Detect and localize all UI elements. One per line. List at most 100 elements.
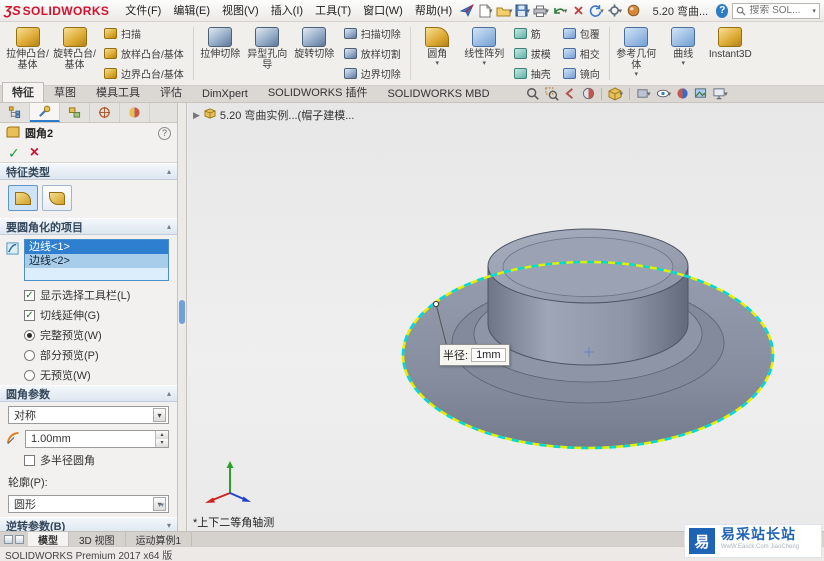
tangent-propagation-checkbox[interactable]: ✓ 切线延伸(G) [0, 305, 177, 325]
reference-geometry-button[interactable]: 参考几何体 ▾ [613, 24, 660, 83]
tab-solidworks-addins[interactable]: SOLIDWORKS 插件 [258, 82, 378, 102]
list-item-edge2[interactable]: 边线<2> [25, 254, 168, 268]
pane-scroll-right-icon[interactable] [15, 535, 24, 544]
linear-pattern-button[interactable]: 线性阵列 ▾ [461, 24, 508, 83]
partial-preview-radio[interactable]: 部分预览(P) [0, 345, 177, 365]
wrap-button[interactable]: 包覆 [561, 25, 602, 42]
zoom-fit-icon[interactable] [524, 86, 542, 102]
section-view-icon[interactable] [580, 86, 597, 102]
section-items-to-fillet[interactable]: 要圆角化的项目 ▴ [0, 218, 177, 235]
extrude-cut-button[interactable]: 拉伸切除 [197, 24, 244, 83]
previous-view-icon[interactable] [562, 86, 579, 102]
variable-size-fillet-button[interactable] [42, 185, 72, 211]
menu-edit[interactable]: 编辑(E) [167, 0, 216, 22]
search-box[interactable]: ▾ [732, 3, 820, 19]
tab-3d-views[interactable]: 3D 视图 [69, 532, 126, 546]
boundary-cut-button[interactable]: 边界切除 [342, 65, 403, 82]
pane-scroll-left-icon[interactable] [4, 535, 13, 544]
spin-up-icon[interactable]: ▴ [156, 431, 168, 439]
hide-show-icon[interactable]: ▾ [654, 86, 674, 102]
pm-help-icon[interactable]: ? [158, 127, 171, 140]
property-manager-tab[interactable] [30, 103, 60, 122]
search-input[interactable] [749, 5, 811, 16]
curves-button[interactable]: 曲线 ▾ [660, 24, 707, 83]
graphics-viewport[interactable]: ▶ 5.20 弯曲实例...(帽子建模... [188, 103, 824, 531]
panel-scroll-down-icon[interactable]: ▾▾ [158, 501, 163, 509]
sweep-button[interactable]: 扫描 [102, 25, 186, 42]
ok-button[interactable]: ✓ [8, 146, 20, 160]
shell-button[interactable]: 抽壳 [512, 65, 553, 82]
hole-wizard-button[interactable]: 异型孔向导 [244, 24, 291, 83]
intersect-button[interactable]: 相交 [561, 45, 602, 62]
options-gear-icon[interactable]: ▾ [607, 2, 623, 20]
tab-motion-study[interactable]: 运动算例1 [126, 532, 193, 546]
appearance-ball-icon[interactable] [625, 2, 641, 20]
radius-callout[interactable]: 半径: 1mm [439, 344, 510, 366]
open-icon[interactable]: ▾ [496, 2, 513, 20]
radius-callout-value[interactable]: 1mm [471, 348, 505, 362]
tab-mold-tools[interactable]: 模具工具 [86, 82, 150, 102]
radius-input[interactable]: 1.00mm ▴▾ [25, 430, 169, 448]
view-settings-icon[interactable]: ▾ [710, 86, 730, 102]
dimxpert-manager-tab[interactable] [90, 103, 120, 122]
boundary-boss-button[interactable]: 边界凸台/基体 [102, 65, 186, 82]
tab-solidworks-mbd[interactable]: SOLIDWORKS MBD [377, 86, 499, 102]
section-fillet-parameters[interactable]: 圆角参数 ▴ [0, 385, 177, 402]
sweep-cut-button[interactable]: 扫描切除 [342, 25, 403, 42]
loft-boss-button[interactable]: 放样凸台/基体 [102, 45, 186, 62]
tab-dimxpert[interactable]: DimXpert [192, 86, 258, 102]
extrude-boss-button[interactable]: 拉伸凸台/基体 [4, 24, 51, 83]
constant-size-fillet-button[interactable] [8, 185, 38, 211]
menu-tools[interactable]: 工具(T) [309, 0, 357, 22]
menu-file[interactable]: 文件(F) [119, 0, 167, 22]
full-preview-radio[interactable]: 完整预览(W) [0, 325, 177, 345]
menu-window[interactable]: 窗口(W) [357, 0, 409, 22]
cancel-button[interactable]: × [30, 146, 39, 160]
menu-help[interactable]: 帮助(H) [409, 0, 458, 22]
list-item-edge1[interactable]: 边线<1> [25, 240, 168, 254]
menu-insert[interactable]: 插入(I) [265, 0, 309, 22]
pin-icon[interactable] [459, 2, 475, 20]
view-orientation-icon[interactable]: ▾ [606, 86, 626, 102]
section-feature-type[interactable]: 特征类型 ▴ [0, 163, 177, 180]
feature-manager-tree-tab[interactable] [0, 103, 30, 122]
tab-evaluate[interactable]: 评估 [150, 82, 192, 102]
display-manager-tab[interactable] [120, 103, 150, 122]
apply-scene-icon[interactable] [692, 86, 709, 102]
new-document-icon[interactable]: ▾ [478, 2, 494, 20]
rib-button[interactable]: 筋 [512, 25, 553, 42]
hat-3d-model[interactable] [188, 103, 824, 531]
tab-sketch[interactable]: 草图 [44, 82, 86, 102]
edge-selection-point[interactable] [433, 301, 438, 306]
undo-icon[interactable]: ▾ [551, 2, 567, 20]
display-style-icon[interactable]: ▾ [634, 86, 653, 102]
fillet-button[interactable]: 圆角 ▾ [414, 24, 461, 83]
configuration-manager-tab[interactable] [60, 103, 90, 122]
panel-scrollbar-thumb[interactable] [179, 300, 185, 324]
spinner-arrows[interactable]: ▴▾ [155, 431, 168, 447]
items-to-fillet-list[interactable]: 边线<1> 边线<2> [24, 239, 169, 281]
save-icon[interactable]: ▾ [515, 2, 531, 20]
panel-scrollbar[interactable] [178, 103, 187, 531]
instant3d-button[interactable]: Instant3D [707, 24, 754, 83]
chevron-down-icon[interactable]: ▾ [812, 7, 816, 15]
help-icon[interactable]: ? [716, 4, 728, 18]
zoom-area-icon[interactable] [543, 86, 561, 102]
section-setback-parameters[interactable]: 逆转参数(B) ▾ [0, 517, 177, 531]
multi-radius-checkbox[interactable]: 多半径圆角 [0, 450, 177, 470]
revolve-cut-button[interactable]: 旋转切除 [291, 24, 338, 83]
rebuild-icon[interactable]: ▾ [588, 2, 604, 20]
edit-appearance-icon[interactable] [674, 86, 691, 102]
menu-view[interactable]: 视图(V) [216, 0, 265, 22]
delete-icon[interactable] [570, 2, 586, 20]
symmetric-dropdown[interactable]: 对称 ▾ [8, 406, 169, 424]
revolve-boss-button[interactable]: 旋转凸台/基体 [51, 24, 98, 83]
draft-button[interactable]: 拔模 [512, 45, 553, 62]
spin-down-icon[interactable]: ▾ [156, 439, 168, 447]
no-preview-radio[interactable]: 无预览(W) [0, 365, 177, 385]
show-selection-toolbar-checkbox[interactable]: ✓ 显示选择工具栏(L) [0, 285, 177, 305]
mirror-button[interactable]: 镜向 [561, 65, 602, 82]
profile-dropdown[interactable]: 圆形 ▾ [8, 495, 169, 513]
loft-cut-button[interactable]: 放样切割 [342, 45, 403, 62]
print-icon[interactable]: ▾ [533, 2, 549, 20]
